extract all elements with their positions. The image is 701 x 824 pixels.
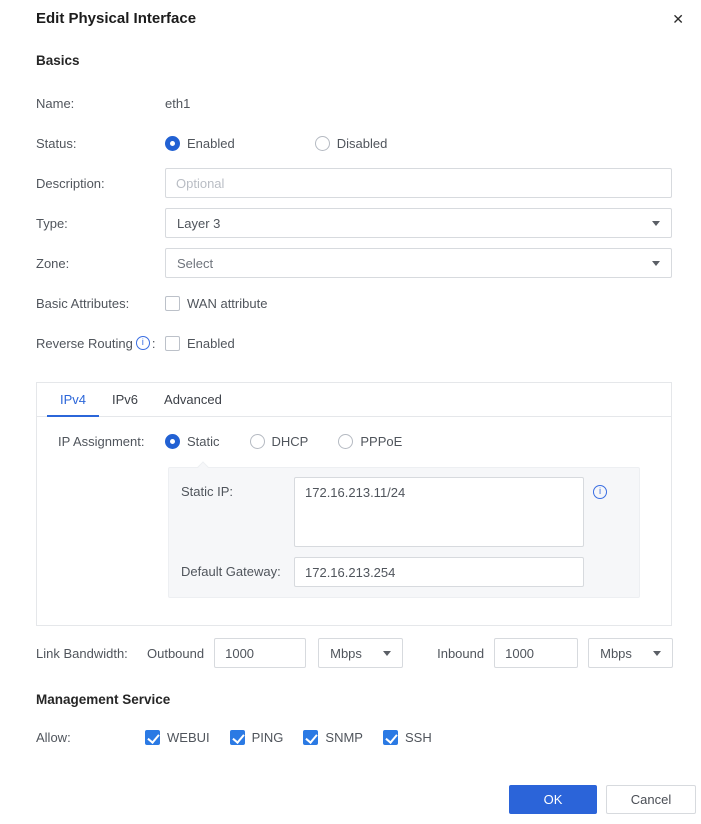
basics-heading: Basics: [36, 53, 672, 68]
ip-assignment-pppoe-radio[interactable]: PPPoE: [338, 434, 402, 449]
ssh-label: SSH: [405, 730, 432, 745]
cancel-button[interactable]: Cancel: [606, 785, 696, 814]
reverse-routing-label: Reverse Routing: [36, 336, 133, 351]
ip-assignment-static-radio[interactable]: Static: [165, 434, 220, 449]
type-select[interactable]: Layer 3: [165, 208, 672, 238]
checkbox-checked-icon: [383, 730, 398, 745]
basic-attributes-row: Basic Attributes: WAN attribute: [36, 288, 672, 318]
basic-attributes-label: Basic Attributes:: [36, 296, 165, 311]
chevron-down-icon: [383, 651, 391, 656]
radio-unchecked-icon: [315, 136, 330, 151]
name-label: Name:: [36, 96, 165, 111]
status-row: Status: Enabled Disabled: [36, 128, 672, 158]
status-enabled-label: Enabled: [187, 136, 235, 151]
checkbox-checked-icon: [230, 730, 245, 745]
description-row: Description:: [36, 168, 672, 198]
info-icon[interactable]: [136, 336, 150, 350]
wan-attribute-label: WAN attribute: [187, 296, 267, 311]
checkbox-unchecked-icon: [165, 336, 180, 351]
reverse-routing-label-suffix: :: [152, 336, 156, 351]
snmp-checkbox[interactable]: SNMP: [303, 730, 363, 745]
chevron-down-icon: [652, 261, 660, 266]
ip-assignment-dhcp-radio[interactable]: DHCP: [250, 434, 309, 449]
type-row: Type: Layer 3: [36, 208, 672, 238]
wan-attribute-checkbox[interactable]: WAN attribute: [165, 296, 267, 311]
radio-checked-icon: [165, 136, 180, 151]
webui-checkbox[interactable]: WEBUI: [145, 730, 210, 745]
close-icon[interactable]: ✕: [672, 12, 684, 26]
zone-row: Zone: Select: [36, 248, 672, 278]
static-ip-textarea[interactable]: 172.16.213.11/24: [294, 477, 584, 547]
name-row: Name: eth1: [36, 88, 672, 118]
inbound-unit-value: Mbps: [600, 646, 632, 661]
ip-assignment-label: IP Assignment:: [58, 434, 165, 449]
static-radio-label: Static: [187, 434, 220, 449]
zone-label: Zone:: [36, 256, 165, 271]
chevron-down-icon: [652, 221, 660, 226]
inbound-bandwidth-input[interactable]: [494, 638, 578, 668]
status-disabled-label: Disabled: [337, 136, 388, 151]
edit-physical-interface-dialog: Edit Physical Interface ✕ Basics Name: e…: [0, 0, 701, 824]
dialog-header: Edit Physical Interface ✕: [0, 0, 701, 27]
panel-notch: [197, 461, 208, 472]
static-ip-row: Static IP: 172.16.213.11/24: [181, 477, 627, 547]
link-bandwidth-row: Link Bandwidth: Outbound Mbps Inbound Mb…: [36, 638, 672, 668]
outbound-bandwidth-input[interactable]: [214, 638, 306, 668]
radio-unchecked-icon: [250, 434, 265, 449]
type-select-value: Layer 3: [177, 216, 220, 231]
page-title: Edit Physical Interface: [36, 10, 196, 27]
name-value: eth1: [165, 96, 190, 111]
radio-checked-icon: [165, 434, 180, 449]
radio-unchecked-icon: [338, 434, 353, 449]
reverse-routing-enabled-checkbox[interactable]: Enabled: [165, 336, 235, 351]
info-icon[interactable]: [593, 485, 607, 499]
outbound-label: Outbound: [147, 646, 204, 661]
description-label: Description:: [36, 176, 165, 191]
type-label: Type:: [36, 216, 165, 231]
zone-select[interactable]: Select: [165, 248, 672, 278]
inbound-unit-select[interactable]: Mbps: [588, 638, 673, 668]
webui-label: WEBUI: [167, 730, 210, 745]
tab-advanced[interactable]: Advanced: [151, 383, 235, 417]
description-input[interactable]: [165, 168, 672, 198]
allow-row: Allow: WEBUI PING SNMP SSH: [36, 722, 672, 752]
reverse-routing-row: Reverse Routing : Enabled: [36, 328, 672, 358]
allow-label: Allow:: [36, 730, 145, 745]
checkbox-unchecked-icon: [165, 296, 180, 311]
ok-button[interactable]: OK: [509, 785, 597, 814]
tab-ipv4[interactable]: IPv4: [47, 383, 99, 417]
tab-ipv6[interactable]: IPv6: [99, 383, 151, 417]
ssh-checkbox[interactable]: SSH: [383, 730, 432, 745]
tab-bar: IPv4 IPv6 Advanced: [37, 383, 671, 417]
ip-assignment-row: IP Assignment: Static DHCP PPPoE: [58, 434, 671, 449]
status-enabled-radio[interactable]: Enabled: [165, 136, 235, 151]
zone-select-value: Select: [177, 256, 213, 271]
chevron-down-icon: [653, 651, 661, 656]
inbound-label: Inbound: [437, 646, 484, 661]
dialog-footer: OK Cancel: [509, 785, 696, 814]
default-gateway-row: Default Gateway:: [181, 557, 627, 587]
default-gateway-label: Default Gateway:: [181, 557, 294, 587]
static-ip-panel: Static IP: 172.16.213.11/24 Default Gate…: [168, 467, 640, 598]
static-ip-label: Static IP:: [181, 477, 294, 547]
default-gateway-input[interactable]: [294, 557, 584, 587]
ipv4-tab-content: IP Assignment: Static DHCP PPPoE: [37, 417, 671, 598]
dhcp-radio-label: DHCP: [272, 434, 309, 449]
reverse-routing-enabled-label: Enabled: [187, 336, 235, 351]
management-service-heading: Management Service: [36, 692, 672, 707]
ping-label: PING: [252, 730, 284, 745]
ping-checkbox[interactable]: PING: [230, 730, 284, 745]
status-disabled-radio[interactable]: Disabled: [315, 136, 388, 151]
pppoe-radio-label: PPPoE: [360, 434, 402, 449]
checkbox-checked-icon: [303, 730, 318, 745]
snmp-label: SNMP: [325, 730, 363, 745]
outbound-unit-value: Mbps: [330, 646, 362, 661]
outbound-unit-select[interactable]: Mbps: [318, 638, 403, 668]
link-bandwidth-label: Link Bandwidth:: [36, 646, 147, 661]
checkbox-checked-icon: [145, 730, 160, 745]
ip-settings-panel: IPv4 IPv6 Advanced IP Assignment: Static…: [36, 382, 672, 626]
status-label: Status:: [36, 136, 165, 151]
